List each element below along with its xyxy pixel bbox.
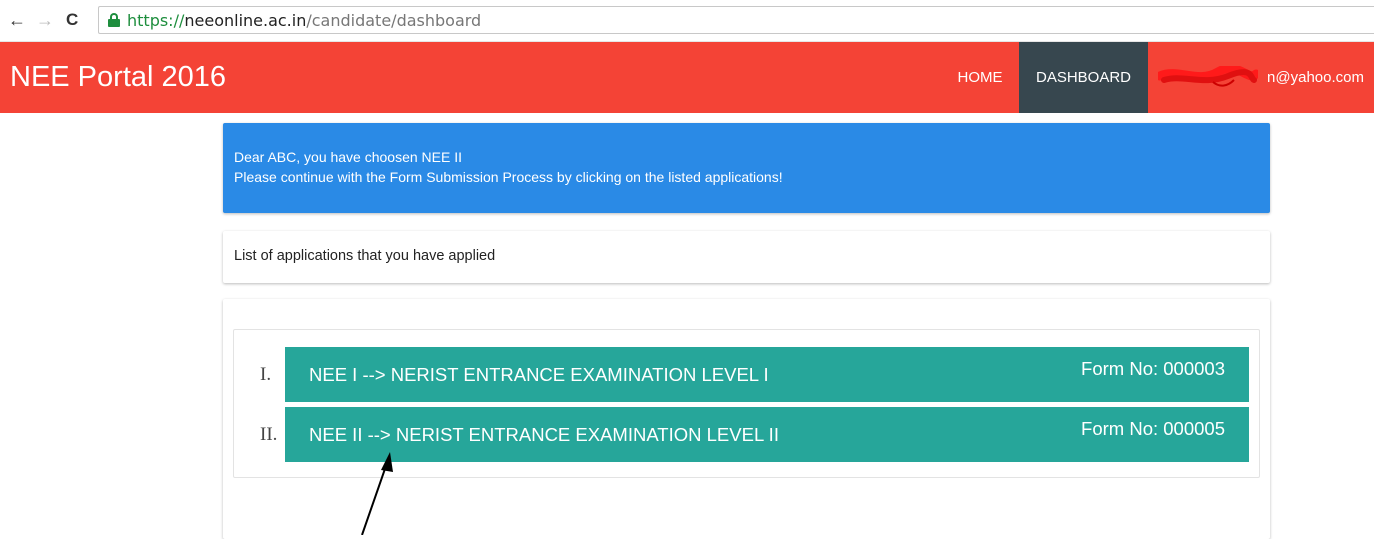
form-number: Form No: 000003 <box>1081 358 1225 379</box>
list-numeral: I. <box>260 364 272 385</box>
application-name: NEE I --> NERIST ENTRANCE EXAMINATION LE… <box>309 364 769 385</box>
reload-icon[interactable]: C <box>66 9 78 31</box>
list-title-card: List of applications that you have appli… <box>223 231 1270 283</box>
list-item: II. NEE II --> NERIST ENTRANCE EXAMINATI… <box>234 407 1259 462</box>
redaction-scribble <box>1158 66 1258 87</box>
address-bar[interactable]: https://neeonline.ac.in/candidate/dashbo… <box>98 6 1374 34</box>
lock-icon <box>108 13 120 27</box>
app-header: NEE Portal 2016 HOME DASHBOARD n@yahoo.c… <box>0 42 1374 113</box>
application-name: NEE II --> NERIST ENTRANCE EXAMINATION L… <box>309 424 779 445</box>
nav-dashboard-link[interactable]: DASHBOARD <box>1019 42 1148 113</box>
url-text: https://neeonline.ac.in/candidate/dashbo… <box>127 11 482 30</box>
notice-card: Dear ABC, you have choosen NEE II Please… <box>223 123 1270 213</box>
nav-home-link[interactable]: HOME <box>941 42 1019 113</box>
list-numeral: II. <box>260 424 278 445</box>
list-title: List of applications that you have appli… <box>234 248 496 264</box>
application-nee1-tile[interactable]: NEE I --> NERIST ENTRANCE EXAMINATION LE… <box>285 347 1249 402</box>
applications-card: I. NEE I --> NERIST ENTRANCE EXAMINATION… <box>223 299 1270 539</box>
forward-arrow-icon[interactable]: → <box>36 9 54 31</box>
notice-instruction: Please continue with the Form Submission… <box>234 169 783 185</box>
form-number: Form No: 000005 <box>1081 418 1225 439</box>
notice-greeting: Dear ABC, you have choosen NEE II <box>234 149 463 165</box>
browser-toolbar: ← → C https://neeonline.ac.in/candidate/… <box>0 0 1374 42</box>
application-nee2-tile[interactable]: NEE II --> NERIST ENTRANCE EXAMINATION L… <box>285 407 1249 462</box>
applications-list: I. NEE I --> NERIST ENTRANCE EXAMINATION… <box>233 329 1260 478</box>
brand-title[interactable]: NEE Portal 2016 <box>10 59 226 95</box>
list-item: I. NEE I --> NERIST ENTRANCE EXAMINATION… <box>234 347 1259 402</box>
back-arrow-icon[interactable]: ← <box>8 9 26 31</box>
